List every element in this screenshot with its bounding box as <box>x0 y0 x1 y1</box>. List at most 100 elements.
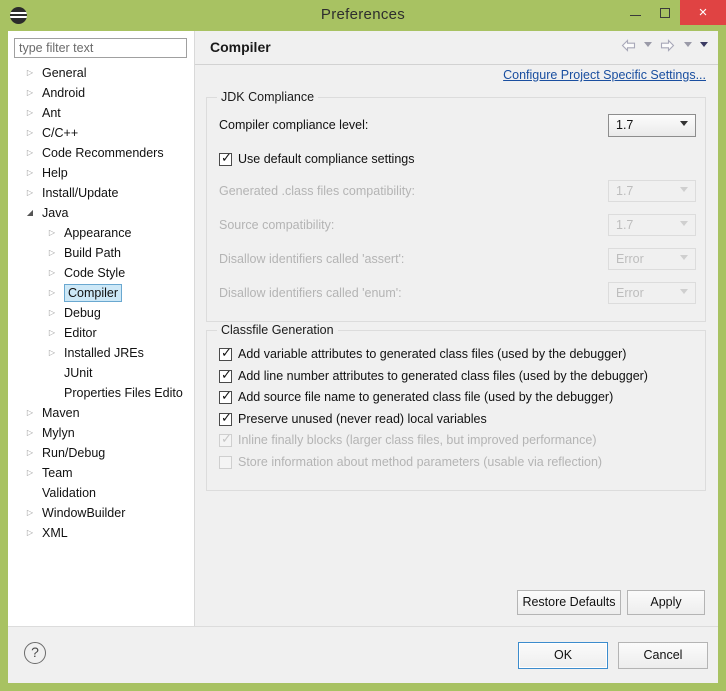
sidebar-item-code-style[interactable]: ▷ Code Style <box>8 263 194 283</box>
sidebar-item-help[interactable]: ▷ Help <box>8 163 194 183</box>
chevron-right-icon[interactable]: ▷ <box>24 83 36 103</box>
chevron-right-icon[interactable]: ▷ <box>24 503 36 523</box>
sidebar-item-debug[interactable]: ▷ Debug <box>8 303 194 323</box>
forward-menu-chevron-down-icon[interactable] <box>683 42 692 48</box>
chevron-right-icon[interactable]: ▷ <box>46 243 58 263</box>
preferences-window: Preferences × ▷ General ▷ Android ▷ Ant ▷ C/C++… <box>0 0 726 691</box>
dialog-footer: ? OK Cancel <box>8 626 718 683</box>
configure-project-specific-settings-link[interactable]: Configure Project Specific Settings... <box>503 68 706 82</box>
filter-input[interactable] <box>14 38 187 58</box>
minimize-icon <box>629 15 641 17</box>
link-row: Configure Project Specific Settings... <box>195 64 718 88</box>
classfile-option-checkbox[interactable]: ✓ <box>219 389 232 404</box>
sidebar-item-install-update[interactable]: ▷ Install/Update <box>8 183 194 203</box>
sidebar-item-windowbuilder[interactable]: ▷ WindowBuilder <box>8 503 194 523</box>
maximize-button[interactable] <box>650 0 680 24</box>
chevron-right-icon[interactable]: ▷ <box>24 463 36 483</box>
classfile-option-checkbox[interactable]: ✓ <box>219 346 232 361</box>
page-title: Compiler <box>210 39 271 55</box>
jdk-row-value: Error <box>616 286 644 300</box>
cancel-button[interactable]: Cancel <box>618 642 708 669</box>
compiler-compliance-level-row: Compiler compliance level: 1.7 <box>207 112 707 140</box>
ok-button[interactable]: OK <box>518 642 608 669</box>
sidebar-item-label: Appearance <box>64 226 132 240</box>
jdk-row-generated-class-files-compatibility: Generated .class files compatibility: 1.7 <box>207 178 707 206</box>
sidebar-item-android[interactable]: ▷ Android <box>8 83 194 103</box>
chevron-right-icon[interactable]: ▷ <box>24 163 36 183</box>
sidebar-item-xml[interactable]: ▷ XML <box>8 523 194 543</box>
forward-arrow-icon[interactable] <box>660 39 675 53</box>
jdk-row-label: Source compatibility: <box>219 218 335 232</box>
jdk-row-source-compatibility: Source compatibility: 1.7 <box>207 212 707 240</box>
chevron-right-icon[interactable]: ▷ <box>46 263 58 283</box>
help-icon[interactable]: ? <box>24 642 46 664</box>
use-default-compliance-checkbox[interactable]: ✓ <box>219 151 232 166</box>
sidebar-item-build-path[interactable]: ▷ Build Path <box>8 243 194 263</box>
sidebar-item-appearance[interactable]: ▷ Appearance <box>8 223 194 243</box>
chevron-right-icon[interactable]: ▷ <box>24 403 36 423</box>
jdk-row-value: Error <box>616 252 644 266</box>
sidebar-item-label: WindowBuilder <box>42 506 126 520</box>
preferences-content: Compiler Configure Project Specific Sett… <box>195 31 718 626</box>
sidebar-item-team[interactable]: ▷ Team <box>8 463 194 483</box>
apply-button[interactable]: Apply <box>627 590 705 615</box>
jdk-row-select: Error <box>608 282 696 304</box>
page-header: Compiler <box>195 31 718 65</box>
sidebar-item-label: Installed JREs <box>64 346 144 360</box>
sidebar-item-editor[interactable]: ▷ Editor <box>8 323 194 343</box>
chevron-right-icon[interactable]: ▷ <box>24 443 36 463</box>
back-menu-chevron-down-icon[interactable] <box>643 42 652 48</box>
sidebar-item-label: Team <box>42 466 73 480</box>
navigation-icons <box>616 38 708 56</box>
sidebar-item-ant[interactable]: ▷ Ant <box>8 103 194 123</box>
chevron-right-icon[interactable]: ▷ <box>24 423 36 443</box>
sidebar-item-label: Mylyn <box>42 426 75 440</box>
chevron-right-icon[interactable]: ▷ <box>46 223 58 243</box>
sidebar-item-label: Help <box>42 166 68 180</box>
sidebar-item-label: JUnit <box>64 366 93 380</box>
sidebar-item-general[interactable]: ▷ General <box>8 63 194 83</box>
sidebar-item-code-recommenders[interactable]: ▷ Code Recommenders <box>8 143 194 163</box>
preferences-tree[interactable]: ▷ General ▷ Android ▷ Ant ▷ C/C++ ▷ Code Recommen… <box>8 63 194 618</box>
chevron-right-icon[interactable]: ▷ <box>46 323 58 343</box>
sidebar-item-label: Build Path <box>64 246 121 260</box>
sidebar-item-label: Maven <box>42 406 80 420</box>
compiler-compliance-level-select[interactable]: 1.7 <box>608 114 696 137</box>
chevron-right-icon[interactable]: ▷ <box>46 343 58 363</box>
use-default-compliance-label: Use default compliance settings <box>238 152 415 166</box>
chevron-down-icon <box>680 221 688 226</box>
chevron-down-icon <box>680 187 688 192</box>
preferences-sidebar: ▷ General ▷ Android ▷ Ant ▷ C/C++ ▷ Code Recommen… <box>8 31 195 649</box>
chevron-right-icon[interactable]: ▷ <box>24 183 36 203</box>
sidebar-item-junit[interactable]: JUnit <box>8 363 194 383</box>
sidebar-item-java[interactable]: ◢ Java <box>8 203 194 223</box>
chevron-right-icon[interactable]: ▷ <box>24 123 36 143</box>
title-bar: Preferences × <box>0 0 726 31</box>
classfile-option-checkbox[interactable]: ✓ <box>219 411 232 426</box>
sidebar-item-run-debug[interactable]: ▷ Run/Debug <box>8 443 194 463</box>
sidebar-item-label: Code Recommenders <box>42 146 164 160</box>
window-title: Preferences <box>320 6 406 23</box>
chevron-down-icon <box>680 121 688 126</box>
chevron-right-icon[interactable]: ▷ <box>24 103 36 123</box>
classfile-option-checkbox[interactable]: ✓ <box>219 368 232 383</box>
page-menu-chevron-down-icon[interactable] <box>700 42 708 48</box>
sidebar-item-c-c[interactable]: ▷ C/C++ <box>8 123 194 143</box>
sidebar-item-compiler[interactable]: ▷ Compiler <box>8 283 194 303</box>
sidebar-item-validation[interactable]: Validation <box>8 483 194 503</box>
minimize-button[interactable] <box>620 0 650 24</box>
chevron-right-icon[interactable]: ▷ <box>24 63 36 83</box>
close-button[interactable]: × <box>680 0 726 25</box>
restore-defaults-button[interactable]: Restore Defaults <box>517 590 621 615</box>
chevron-right-icon[interactable]: ▷ <box>24 523 36 543</box>
maximize-icon <box>660 7 670 18</box>
sidebar-item-installed-jres[interactable]: ▷ Installed JREs <box>8 343 194 363</box>
back-arrow-icon[interactable] <box>621 39 636 53</box>
sidebar-item-mylyn[interactable]: ▷ Mylyn <box>8 423 194 443</box>
chevron-right-icon[interactable]: ▷ <box>46 303 58 323</box>
sidebar-item-properties-files-edito[interactable]: Properties Files Edito <box>8 383 194 403</box>
chevron-down-icon[interactable]: ◢ <box>24 203 36 223</box>
sidebar-item-maven[interactable]: ▷ Maven <box>8 403 194 423</box>
chevron-right-icon[interactable]: ▷ <box>24 143 36 163</box>
chevron-right-icon[interactable]: ▷ <box>46 283 58 303</box>
